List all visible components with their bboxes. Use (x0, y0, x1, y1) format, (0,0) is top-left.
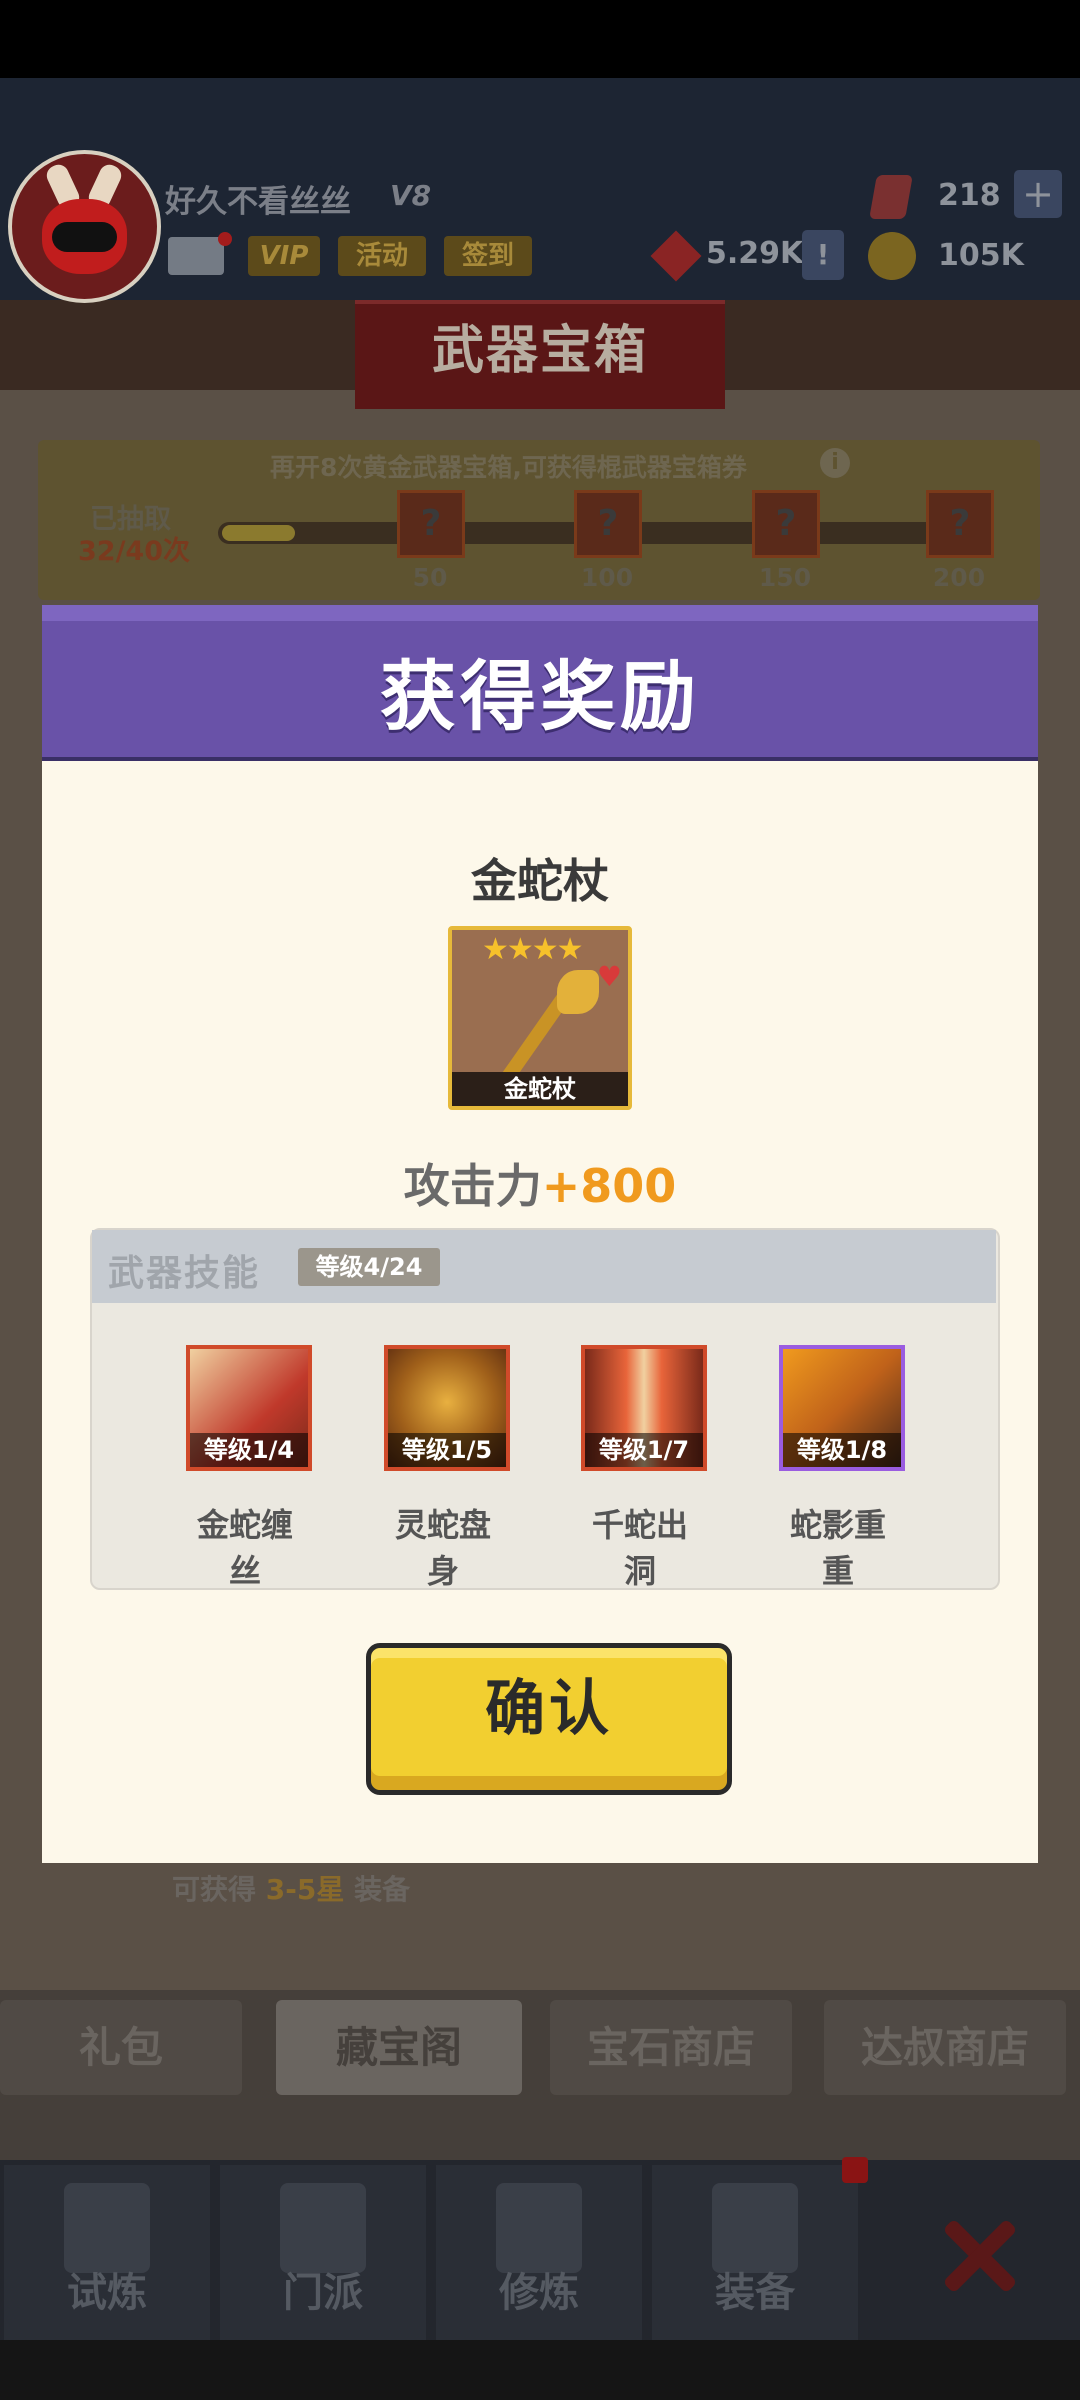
reward-item-card[interactable]: ★★★★ ♥ 金蛇杖 (448, 926, 632, 1110)
attack-value: +800 (541, 1159, 677, 1213)
close-icon[interactable] (935, 2210, 1025, 2300)
reward-item-name: 金蛇杖 (471, 854, 609, 908)
attack-stat: 攻击力+800 (42, 1150, 1038, 1216)
skill-name: 灵蛇盘身 (394, 1506, 491, 1590)
skill-level: 等级1/8 (783, 1433, 901, 1467)
item-caption: 金蛇杖 (452, 1072, 628, 1106)
tab-treasure-pavilion[interactable]: 藏宝阁 (276, 2000, 522, 2095)
top-bar-background (0, 78, 1080, 300)
equipment-rarity-hint: 可获得 3-5星 装备 (172, 1873, 411, 1906)
skill-icon[interactable]: 等级1/4 (186, 1345, 312, 1471)
milestone-chest-icon[interactable]: ? (752, 490, 820, 558)
player-name: 好久不看丝丝 (165, 184, 351, 220)
heart-icon: ♥ (596, 960, 622, 993)
tab-uncle-shop[interactable]: 达叔商店 (824, 2000, 1066, 2095)
milestone-number: 200 (932, 563, 986, 592)
gem-count: 218 (938, 178, 1001, 213)
nav-trial[interactable]: 试炼 (4, 2165, 210, 2340)
notification-dot (218, 232, 232, 246)
star-rating-icon: ★★★★ (482, 932, 584, 967)
skill-name: 金蛇缠丝 (196, 1506, 293, 1590)
skill-name: 蛇影重重 (789, 1506, 886, 1590)
skill-icon[interactable]: 等级1/7 (581, 1345, 707, 1471)
skill-icon[interactable]: 等级1/8 (779, 1345, 905, 1471)
events-button[interactable]: 活动 (338, 236, 426, 276)
confirm-label: 确认 (485, 1674, 613, 1744)
coin-icon (868, 232, 916, 280)
milestone-chest-icon[interactable]: ? (926, 490, 994, 558)
milestone-number: 150 (758, 563, 812, 592)
vip-button[interactable]: VIP (248, 236, 320, 276)
confirm-button[interactable]: 确认 (366, 1643, 732, 1795)
system-nav-bar (0, 2340, 1080, 2400)
player-avatar[interactable] (8, 150, 161, 303)
skill-level: 等级1/7 (585, 1433, 703, 1467)
mail-icon[interactable] (168, 237, 224, 275)
milestone-number: 100 (580, 563, 634, 592)
nav-equipment[interactable]: 装备 (652, 2165, 858, 2340)
milestone-chest-icon[interactable]: ? (397, 490, 465, 558)
drawn-count: 32/40次 (78, 536, 191, 567)
power-info-button[interactable]: ! (802, 230, 844, 280)
skill-name: 千蛇出洞 (591, 1506, 688, 1590)
status-bar (0, 0, 1080, 78)
attack-label: 攻击力 (403, 1159, 542, 1213)
skill-level: 等级1/5 (388, 1433, 506, 1467)
modal-header-highlight (42, 605, 1038, 621)
notification-dot (842, 2157, 868, 2183)
add-gems-button[interactable]: + (1014, 170, 1062, 218)
milestone-number: 50 (412, 563, 448, 592)
vip-level-badge: V8 (390, 179, 432, 212)
screen-title-banner: 武器宝箱 (355, 300, 725, 409)
snake-head-icon (557, 970, 599, 1014)
nav-cultivate[interactable]: 修炼 (436, 2165, 642, 2340)
skill-level: 等级1/4 (190, 1433, 308, 1467)
screen-title: 武器宝箱 (431, 321, 648, 381)
power-value: 5.29K (706, 236, 804, 271)
modal-title: 获得奖励 (380, 652, 700, 741)
coin-count: 105K (938, 238, 1024, 273)
tab-gift-pack[interactable]: 礼包 (0, 2000, 242, 2095)
tab-gem-shop[interactable]: 宝石商店 (550, 2000, 792, 2095)
check-in-button[interactable]: 签到 (444, 236, 532, 276)
skill-icon[interactable]: 等级1/5 (384, 1345, 510, 1471)
milestone-chest-icon[interactable]: ? (574, 490, 642, 558)
weapon-skills-title: 武器技能 (108, 1253, 261, 1294)
weapon-skill-level-badge: 等级4/24 (298, 1248, 440, 1286)
nav-sect[interactable]: 门派 (220, 2165, 426, 2340)
progress-hint: 再开8次黄金武器宝箱,可获得棍武器宝箱券 (270, 453, 747, 482)
info-icon[interactable]: i (820, 448, 850, 478)
progress-fill (222, 525, 295, 541)
